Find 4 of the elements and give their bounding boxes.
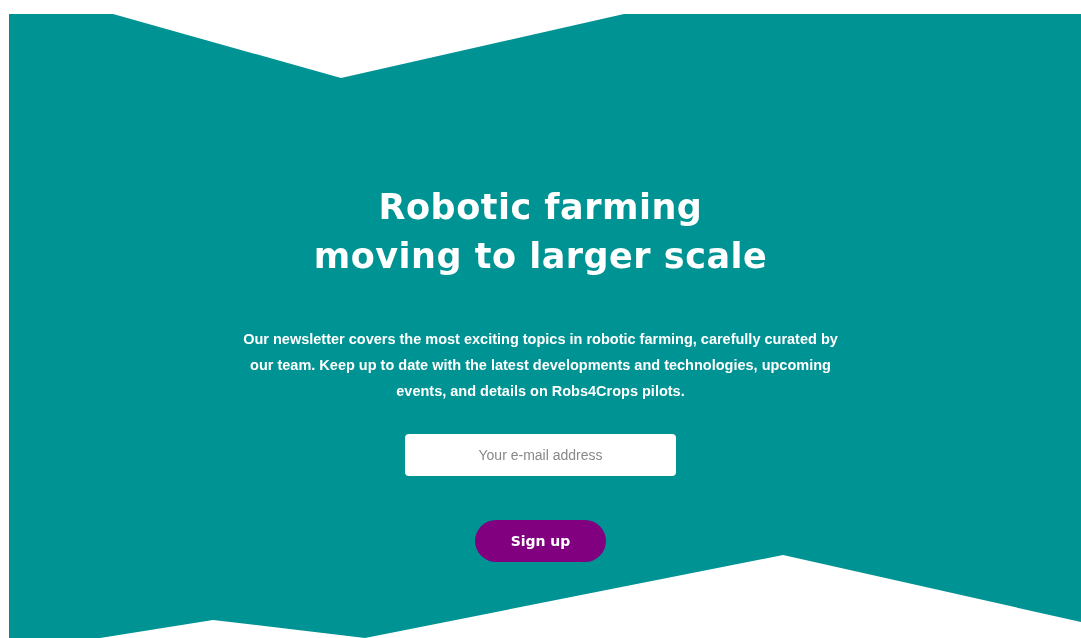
- sign-up-button[interactable]: Sign up: [475, 520, 606, 562]
- hero-title: Robotic farming moving to larger scale: [313, 186, 768, 278]
- newsletter-description: Our newsletter covers the most exciting topics in robotic farming, carefully curated by our team. Keep up to date with the latest developments and technologies, upcoming events, and details on Robs4Crops pilots.: [242, 330, 839, 401]
- email-field[interactable]: Your e-mail address: [405, 434, 676, 476]
